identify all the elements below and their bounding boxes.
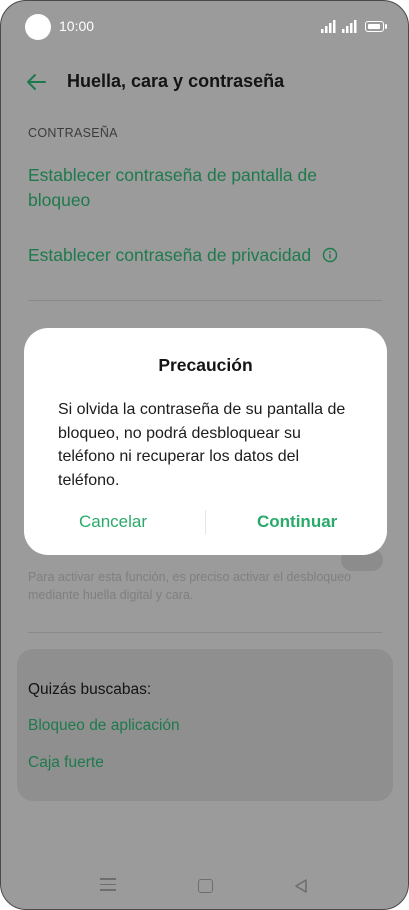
cancel-button[interactable]: Cancelar <box>79 512 147 532</box>
dialog-title: Precaución <box>158 355 253 375</box>
set-privacy-password-item[interactable]: Establecer contraseña de privacidad <box>28 243 338 268</box>
biometric-hint: Para activar esta función, es preciso ac… <box>28 570 352 602</box>
status-time: 10:00 <box>59 18 95 34</box>
signal-icon <box>321 20 336 33</box>
dialog-message: Si olvida la contraseña de su pantalla d… <box>58 401 346 489</box>
button-separator <box>205 510 206 534</box>
phone-screen: 10:00 Huella, cara y contraseña CONTRASE… <box>0 0 409 910</box>
battery-tip <box>385 24 387 29</box>
set-lockscreen-password-item[interactable]: Establecer contraseña de pantalla de blo… <box>28 163 348 213</box>
page-title: Huella, cara y contraseña <box>67 71 285 91</box>
section-label-password: CONTRASEÑA <box>28 126 118 140</box>
menu-icon[interactable] <box>100 878 116 895</box>
set-privacy-password-label: Establecer contraseña de privacidad <box>28 245 312 265</box>
suggestion-safe[interactable]: Caja fuerte <box>28 754 104 772</box>
back-arrow-icon[interactable] <box>25 71 47 93</box>
home-icon[interactable] <box>198 879 213 893</box>
divider <box>28 300 382 301</box>
camera-cutout <box>25 14 51 40</box>
info-icon[interactable] <box>322 247 338 263</box>
caution-dialog: Precaución Si olvida la contraseña de su… <box>24 328 387 555</box>
continue-button[interactable]: Continuar <box>257 512 337 532</box>
back-icon[interactable] <box>293 878 309 894</box>
battery-icon <box>365 21 384 32</box>
signal-icon <box>342 20 357 33</box>
suggestion-app-lock[interactable]: Bloqueo de aplicación <box>28 717 180 735</box>
divider <box>28 632 382 633</box>
suggestions-title: Quizás buscabas: <box>28 681 152 698</box>
status-bar: 10:00 <box>1 1 408 53</box>
